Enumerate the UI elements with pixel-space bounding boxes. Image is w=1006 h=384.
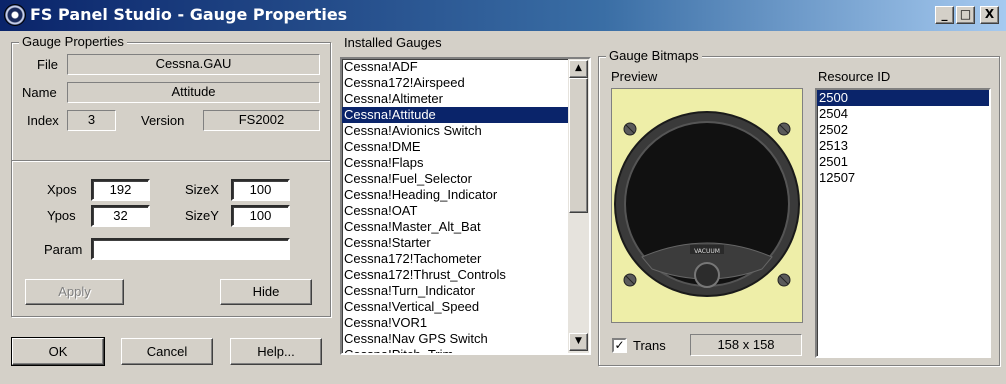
attitude-gauge-image: VACUUM — [614, 111, 800, 297]
resource-id-label: Resource ID — [818, 69, 891, 84]
scroll-thumb[interactable] — [569, 78, 588, 213]
index-field: 3 — [67, 110, 116, 131]
version-field: FS2002 — [203, 110, 320, 131]
sizex-label: SizeX — [185, 182, 219, 197]
sizey-label: SizeY — [185, 208, 219, 223]
version-label: Version — [141, 113, 185, 128]
name-field: Attitude — [67, 82, 320, 103]
list-scrollbar[interactable]: ▲ ▼ — [568, 59, 589, 353]
param-input[interactable] — [91, 238, 290, 260]
name-label: Name — [22, 85, 57, 100]
resource-id-item[interactable]: 2500 — [817, 90, 989, 106]
gauge-list-item[interactable]: Cessna!Starter — [342, 235, 568, 251]
gauge-list-item[interactable]: Cessna!Nav GPS Switch — [342, 331, 568, 347]
gauge-preview: VACUUM — [611, 88, 803, 323]
gauge-list-item[interactable]: Cessna!VOR1 — [342, 315, 568, 331]
gauge-list-item[interactable]: Cessna!Flaps — [342, 155, 568, 171]
gauge-list-item[interactable]: Cessna!Master_Alt_Bat — [342, 219, 568, 235]
resource-id-item[interactable]: 2513 — [817, 138, 989, 154]
gauge-list-item[interactable]: Cessna!Fuel_Selector — [342, 171, 568, 187]
separator — [12, 160, 330, 162]
hide-button[interactable]: Hide — [220, 279, 312, 305]
param-label: Param — [44, 242, 83, 257]
xpos-label: Xpos — [47, 182, 77, 197]
gauge-list-item[interactable]: Cessna!Turn_Indicator — [342, 283, 568, 299]
trans-label[interactable]: Trans — [633, 338, 666, 353]
bitmap-size-field: 158 x 158 — [690, 334, 802, 356]
sizey-input[interactable]: 100 — [231, 205, 290, 227]
index-label: Index — [27, 113, 59, 128]
gauge-properties-legend: Gauge Properties — [19, 34, 127, 49]
minimize-button[interactable]: _ — [935, 6, 954, 24]
gauge-list-item[interactable]: Cessna!Pitch_Trim — [342, 347, 568, 353]
file-field: Cessna.GAU — [67, 54, 320, 75]
window-title: FS Panel Studio - Gauge Properties — [30, 5, 348, 24]
xpos-input[interactable]: 192 — [91, 179, 150, 201]
maximize-button[interactable]: □ — [956, 6, 975, 24]
help-button[interactable]: Help... — [230, 338, 322, 365]
preview-label: Preview — [611, 69, 658, 84]
installed-gauges-list[interactable]: Cessna!ADF Cessna172!Airspeed Cessna!Altim… — [340, 57, 591, 355]
gauge-list-item[interactable]: Cessna172!Airspeed — [342, 75, 568, 91]
ypos-label: Ypos — [47, 208, 76, 223]
vacuum-text: VACUUM — [694, 248, 720, 255]
close-button[interactable]: X — [980, 6, 999, 24]
apply-button[interactable]: Apply — [25, 279, 124, 305]
resource-id-list[interactable]: 2500 2504 2502 2513 2501 12507 — [815, 88, 991, 358]
scroll-up-icon[interactable]: ▲ — [569, 60, 588, 78]
cancel-button[interactable]: Cancel — [121, 338, 213, 365]
gauge-list-item[interactable]: Cessna!Vertical_Speed — [342, 299, 568, 315]
resource-id-item[interactable]: 2501 — [817, 154, 989, 170]
gauge-list-item[interactable]: Cessna172!Thrust_Controls — [342, 267, 568, 283]
scroll-down-icon[interactable]: ▼ — [569, 333, 588, 351]
installed-gauges-legend: Installed Gauges — [341, 35, 445, 50]
sizex-input[interactable]: 100 — [231, 179, 290, 201]
ok-button[interactable]: OK — [11, 337, 105, 366]
gauge-bitmaps-legend: Gauge Bitmaps — [606, 48, 702, 63]
trans-checkbox[interactable]: ✓ — [612, 338, 627, 353]
gauge-list-item[interactable]: Cessna!Attitude — [342, 107, 568, 123]
gauge-list-item[interactable]: Cessna!Avionics Switch — [342, 123, 568, 139]
resource-id-item[interactable]: 12507 — [817, 170, 989, 186]
file-label: File — [37, 57, 58, 72]
gauge-list-item[interactable]: Cessna!OAT — [342, 203, 568, 219]
gauge-list-item[interactable]: Cessna!Altimeter — [342, 91, 568, 107]
resource-id-item[interactable]: 2504 — [817, 106, 989, 122]
gauge-list-item[interactable]: Cessna172!Tachometer — [342, 251, 568, 267]
resource-id-item[interactable]: 2502 — [817, 122, 989, 138]
gauge-list-item[interactable]: Cessna!Heading_Indicator — [342, 187, 568, 203]
gauge-list-item[interactable]: Cessna!DME — [342, 139, 568, 155]
ypos-input[interactable]: 32 — [91, 205, 150, 227]
app-icon[interactable] — [4, 4, 26, 26]
gauge-list-item[interactable]: Cessna!ADF — [342, 59, 568, 75]
